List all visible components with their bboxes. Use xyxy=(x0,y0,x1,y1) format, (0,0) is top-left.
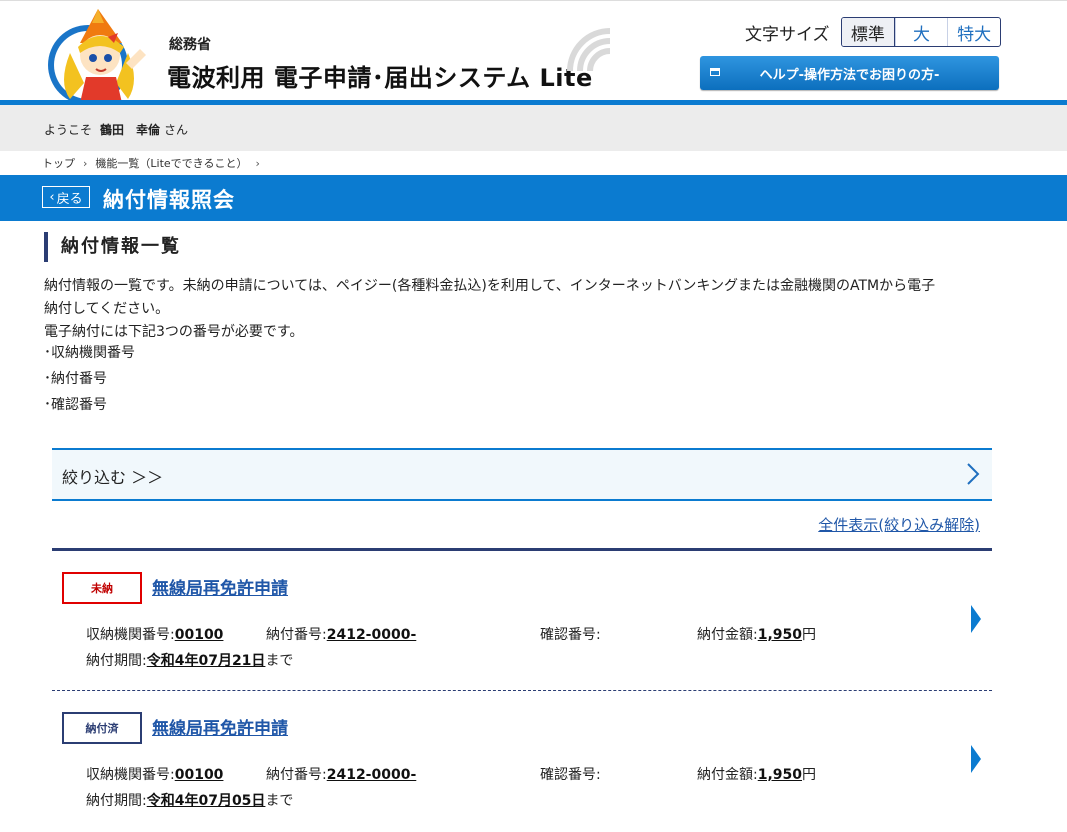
welcome-prefix: ようこそ xyxy=(44,123,93,137)
field-label: 確認番号: xyxy=(540,627,601,643)
site-header: 総務省 電波利用 電子申請･届出システム Lite 文字サイズ 標準 大 特大 … xyxy=(0,1,1067,103)
ministry-name: 総務省 xyxy=(169,37,211,53)
list-item: ･納付番号 xyxy=(44,371,107,387)
field-value: 1,950 xyxy=(757,767,803,783)
payment-number: 納付番号:2412-0000- xyxy=(266,764,416,784)
show-all-link[interactable]: 全件表示(絞り込み解除) xyxy=(818,514,980,535)
breadcrumb: トップ › 機能一覧（Liteでできること） › xyxy=(42,155,260,171)
list-top-rule xyxy=(52,548,992,551)
field-label: 納付番号: xyxy=(266,767,327,783)
list-item: ･収納機関番号 xyxy=(44,345,135,361)
description: 納付情報の一覧です。未納の申請については、ペイジー(各種料金払込)を利用して、イ… xyxy=(44,275,1004,344)
back-button-label: 戻る xyxy=(56,191,83,207)
field-label: 収納機関番号: xyxy=(86,767,175,783)
field-label: 収納機関番号: xyxy=(86,627,175,643)
section-title: 納付情報一覧 xyxy=(44,232,181,262)
breadcrumb-function-list[interactable]: 機能一覧（Liteでできること） xyxy=(95,155,247,171)
window-icon xyxy=(710,68,720,76)
welcome-message: ようこそ 鶴田 幸倫 さん xyxy=(44,121,188,138)
field-label: 納付金額: xyxy=(697,767,758,783)
entry-title-link[interactable]: 無線局再免許申請 xyxy=(152,574,288,599)
field-value: 00100 xyxy=(174,627,224,643)
period-suffix: まで xyxy=(265,793,294,809)
field-value: 1,950 xyxy=(757,627,803,643)
payment-entry[interactable]: 未納 無線局再免許申請 収納機関番号:00100 納付番号:2412-0000-… xyxy=(52,572,992,692)
description-line: 納付情報の一覧です。未納の申請については、ペイジー(各種料金払込)を利用して、イ… xyxy=(44,278,936,294)
amount-unit: 円 xyxy=(802,767,817,783)
status-badge: 未納 xyxy=(62,572,142,604)
list-item: ･確認番号 xyxy=(44,397,107,413)
payment-period: 納付期間:令和4年07月21日まで xyxy=(86,650,293,670)
field-value: 00100 xyxy=(174,767,224,783)
period-suffix: まで xyxy=(265,653,294,669)
user-family-name: 鶴田 xyxy=(100,123,125,137)
mascot-logo xyxy=(48,9,146,103)
breadcrumb-separator-icon: › xyxy=(83,156,88,170)
confirmation-number: 確認番号: xyxy=(540,764,601,784)
breadcrumb-top[interactable]: トップ xyxy=(42,155,75,171)
payment-number: 納付番号:2412-0000- xyxy=(266,624,416,644)
payment-amount: 納付金額:1,950円 xyxy=(697,764,816,784)
field-label: 確認番号: xyxy=(540,767,601,783)
filter-toggle[interactable]: 絞り込む ＞＞ xyxy=(52,448,992,501)
help-button[interactable]: ヘルプ-操作方法でお困りの方- xyxy=(700,56,999,90)
help-button-label: ヘルプ-操作方法でお困りの方- xyxy=(759,67,940,83)
payment-amount: 納付金額:1,950円 xyxy=(697,624,816,644)
back-button[interactable]: ‹ 戻る xyxy=(42,186,90,208)
chevron-right-icon[interactable] xyxy=(970,744,982,774)
status-badge: 納付済 xyxy=(62,712,142,744)
row-divider xyxy=(52,690,992,691)
site-title: 電波利用 電子申請･届出システム Lite xyxy=(167,64,593,92)
payment-period: 納付期間:令和4年07月05日まで xyxy=(86,790,293,810)
description-line: 納付してください。 xyxy=(44,301,170,317)
institution-number: 収納機関番号:00100 xyxy=(86,764,223,784)
entry-title-link[interactable]: 無線局再免許申請 xyxy=(152,714,288,739)
field-label: 納付期間: xyxy=(86,653,147,669)
field-value: 令和4年07月05日 xyxy=(146,793,266,809)
field-label: 納付金額: xyxy=(697,627,758,643)
font-size-selector: 標準 大 特大 xyxy=(841,17,1001,47)
font-size-label: 文字サイズ xyxy=(745,25,830,45)
font-size-standard-button[interactable]: 標準 xyxy=(842,18,895,46)
field-value: 令和4年07月21日 xyxy=(146,653,266,669)
breadcrumb-separator-icon: › xyxy=(255,156,260,170)
payment-entry[interactable]: 納付済 無線局再免許申請 収納機関番号:00100 納付番号:2412-0000… xyxy=(52,712,992,832)
chevron-right-icon[interactable] xyxy=(970,604,982,634)
field-label: 納付番号: xyxy=(266,627,327,643)
font-size-xlarge-button[interactable]: 特大 xyxy=(947,18,1000,46)
user-given-name: 幸倫 xyxy=(136,123,161,137)
required-number-list: ･収納機関番号 ･納付番号 ･確認番号 xyxy=(44,343,135,421)
font-size-large-button[interactable]: 大 xyxy=(894,18,948,46)
chevron-right-icon xyxy=(967,463,980,485)
description-line: 電子納付には下記3つの番号が必要です。 xyxy=(44,324,304,340)
welcome-suffix: さん xyxy=(164,123,189,137)
amount-unit: 円 xyxy=(802,627,817,643)
back-chevron-icon: ‹ xyxy=(49,189,55,205)
field-value: 2412-0000- xyxy=(326,627,417,643)
field-label: 納付期間: xyxy=(86,793,147,809)
field-value: 2412-0000- xyxy=(326,767,417,783)
institution-number: 収納機関番号:00100 xyxy=(86,624,223,644)
confirmation-number: 確認番号: xyxy=(540,624,601,644)
radio-waves-icon xyxy=(567,28,611,72)
filter-label: 絞り込む ＞＞ xyxy=(62,468,164,487)
page-title: 納付情報照会 xyxy=(103,188,235,212)
